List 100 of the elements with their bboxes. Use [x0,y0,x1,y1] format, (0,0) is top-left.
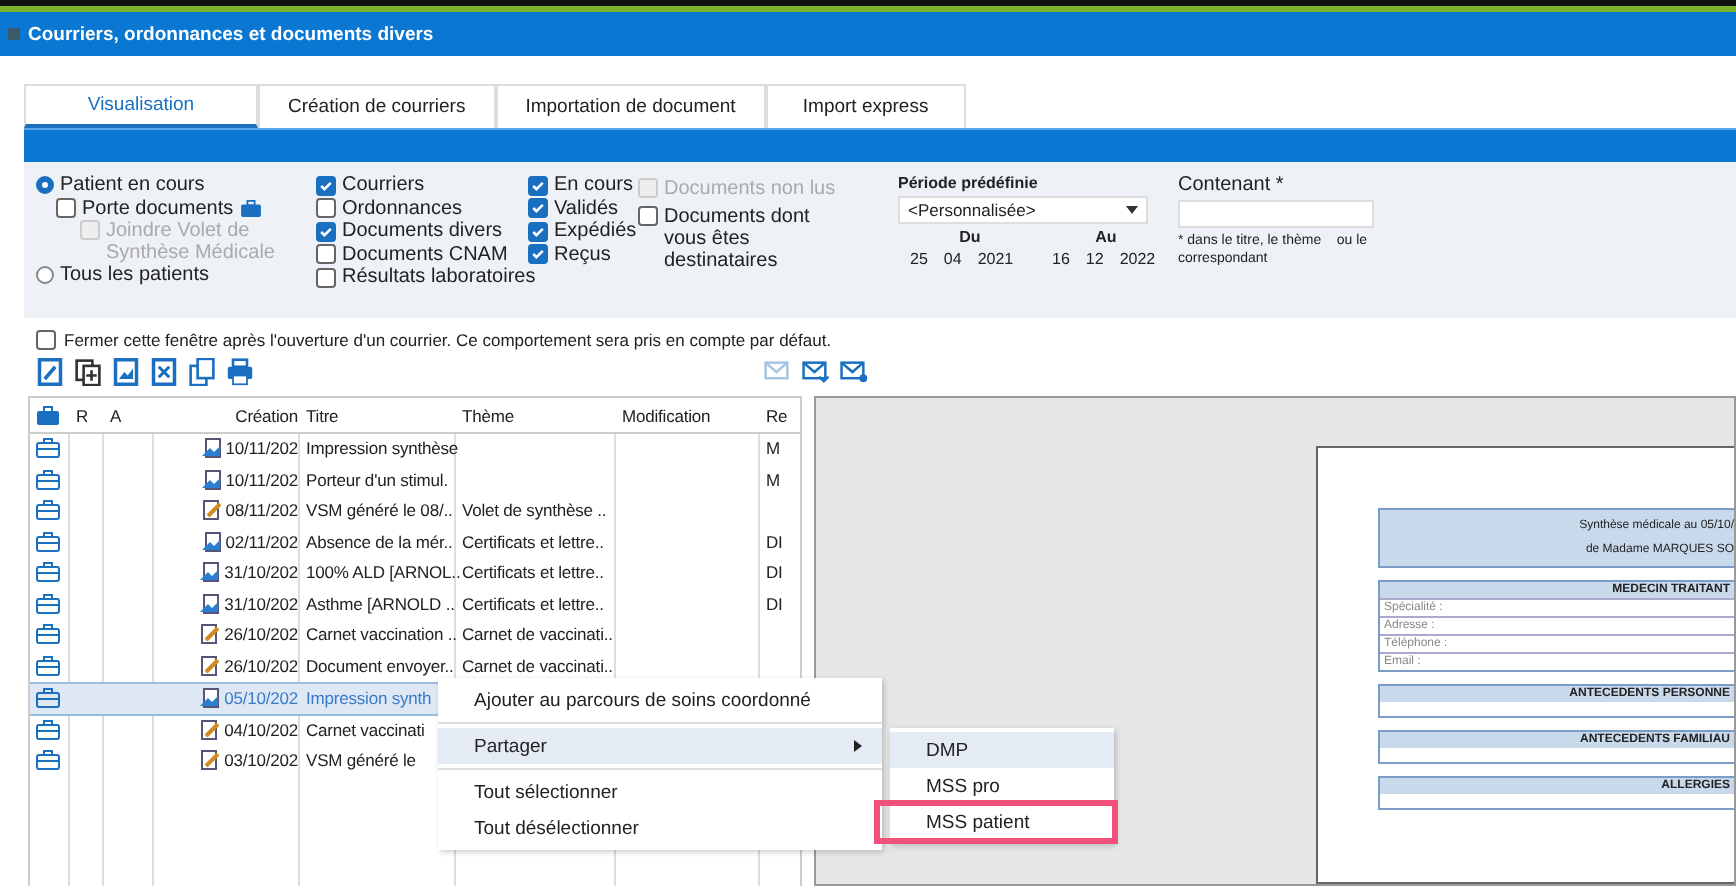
column-header[interactable]: Titre [300,405,456,425]
option-label: Validés [554,197,619,220]
radio-button[interactable] [36,176,54,195]
edit-document-icon[interactable] [36,358,64,386]
menu-item[interactable]: DMP [890,732,1114,768]
checkbox[interactable] [316,175,336,196]
period-dropdown[interactable]: <Personnalisée> [898,196,1148,224]
table-cell: Certificats et lettre.. [462,562,604,583]
table-cell: DI [766,531,783,552]
checkbox[interactable] [316,198,336,219]
mail-send-icon[interactable] [840,358,868,386]
option-label: Fermer cette fenêtre après l'ouverture d'un courrier. Ce comportement sera pris en compte par défaut. [64,330,832,350]
table-cell: 04/10/202 [224,719,298,740]
column-header[interactable]: Modification [616,405,760,425]
briefcase-icon [36,500,60,521]
table-cell: Porteur d'un stimul. [306,469,448,490]
table-cell: 03/10/202 [224,750,298,771]
column-header[interactable]: Création [154,405,300,425]
checkbox[interactable] [56,198,76,219]
table-cell: Volet de synthèse .. [462,500,607,521]
table-cell: Carnet de vaccinati.. [462,655,613,676]
edited-document-icon [200,624,221,645]
contenant-label: Contenant * [1178,174,1286,196]
column-header[interactable]: Re [760,405,800,425]
table-cell: 10/11/202 [225,438,298,459]
option-label: En cours [554,174,633,197]
image-document-icon[interactable] [112,358,140,386]
from-date-field[interactable]: 25 04 2021 [910,250,1036,268]
table-cell: Impression synth [306,688,432,709]
table-row[interactable]: 02/11/202 Absence de la mér.. Certificats et lettre.. DI [30,527,800,558]
checkbox[interactable] [36,330,56,350]
option-label: Résultats laboratoires [342,266,536,289]
checkbox[interactable] [528,175,548,196]
option-label: Courriers [342,174,425,197]
menu-item[interactable]: Partager [438,728,882,764]
tab[interactable]: Import express [765,84,966,128]
period-label: Période prédéfinie [898,174,1040,192]
option-label: Documents CNAM [342,243,508,266]
menu-item[interactable]: Tout désélectionner [438,810,882,846]
option-label: Reçus [554,243,611,266]
contenant-field[interactable] [1178,200,1374,228]
checkbox[interactable] [316,244,336,265]
menu-item[interactable]: Tout sélectionner [438,774,882,810]
briefcase-icon [239,199,262,218]
briefcase-icon [36,531,60,552]
option-label: Patient en cours [60,174,205,197]
print-icon[interactable] [226,358,254,386]
column-header[interactable]: R [70,405,104,425]
briefcase-icon [36,719,60,740]
to-date-field[interactable]: 16 12 2022 [1052,250,1178,268]
to-label: Au [1093,228,1119,246]
table-row[interactable]: 08/11/202 VSM généré le 08/.. Volet de synthèse .. [30,496,800,527]
table-cell: 02/11/202 [225,531,298,552]
table-cell: M [766,438,780,459]
checkbox[interactable] [528,198,548,219]
edited-document-icon [200,750,221,771]
table-cell: 31/10/202 [224,562,298,583]
scanned-document-icon [200,688,221,709]
tab[interactable]: Importation de document [495,84,766,128]
briefcase-icon [36,562,60,583]
table-row[interactable]: 31/10/202 100% ALD [ARNOL..Certificats et lettre.. DI [30,558,800,589]
table-row[interactable]: 26/10/202 Carnet vaccination .. Carnet de vaccinati.. [30,620,800,651]
option-label: Porte documents [82,197,234,220]
table-cell: 08/11/202 [225,500,298,521]
tab[interactable]: Visualisation [24,84,258,128]
column-header[interactable]: A [104,405,154,425]
table-row[interactable]: 10/11/202 Impression synthèse M [30,434,800,465]
column-header[interactable]: Thème [456,405,616,425]
tab[interactable]: Création de courriers [258,84,496,128]
dropdown-arrow-icon [1126,206,1138,214]
table-cell: Impression synthèse [306,438,459,459]
table-row[interactable]: 31/10/202 Asthme [ARNOLD .. Certificats et lettre.. DI [30,589,800,620]
checkbox[interactable] [528,221,548,242]
table-cell: 26/10/202 [224,624,298,645]
option-label: Joindre Volet de Synthèse Médicale [106,220,277,264]
menu-item[interactable]: MSS pro [890,768,1114,804]
table-row[interactable]: 10/11/202 Porteur d'un stimul. M [30,465,800,496]
delete-document-icon[interactable] [150,358,178,386]
window-title: Courriers, ordonnances et documents divers [28,23,434,45]
edited-document-icon [200,655,221,676]
checkbox[interactable] [316,221,336,242]
radio-button[interactable] [36,266,54,285]
table-cell: Certificats et lettre.. [462,531,604,552]
edited-document-icon [201,500,222,521]
table-cell: Certificats et lettre.. [462,593,604,614]
duplicate-icon[interactable] [188,358,216,386]
checkbox[interactable] [528,244,548,265]
table-cell: M [766,469,780,490]
table-cell: DI [766,562,783,583]
add-copy-icon[interactable] [74,358,102,386]
checkbox[interactable] [638,205,658,225]
table-row[interactable]: 26/10/202 Document envoyer.. Carnet de vaccinati.. [30,651,800,682]
briefcase-icon [36,750,60,771]
option-label: Tous les patients [60,264,209,287]
option-label: Documents dont vous êtes destinataires [664,205,812,271]
menu-item[interactable]: MSS patient [878,804,1114,840]
scanned-document-icon [201,438,222,459]
window-icon [8,28,20,40]
table-cell: 26/10/202 [224,655,298,676]
checkbox[interactable] [316,267,336,288]
